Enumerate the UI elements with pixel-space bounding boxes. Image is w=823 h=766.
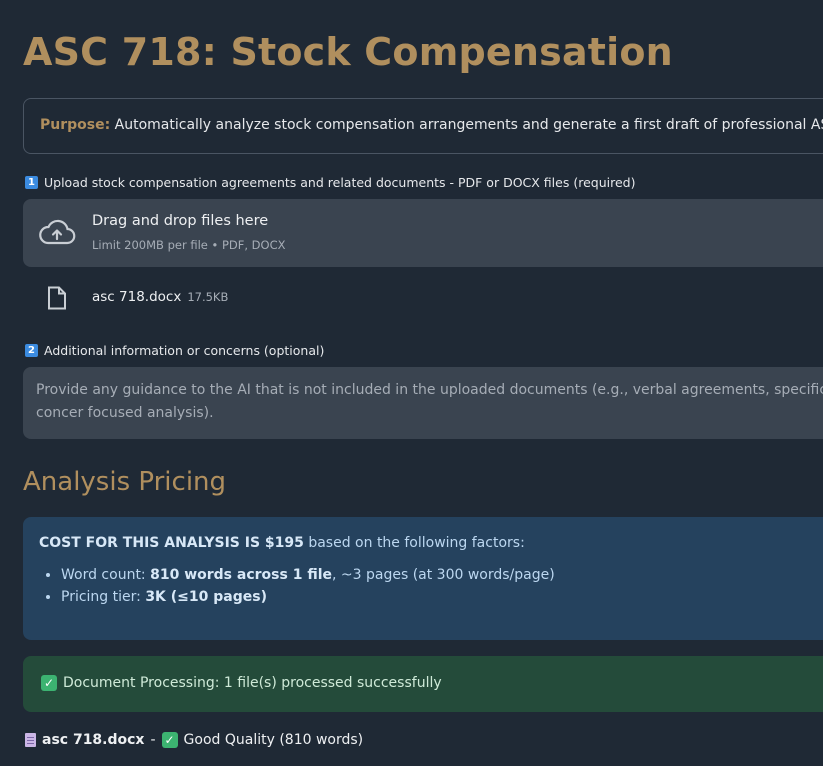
word-count-rest: , ~3 pages (at 300 words/page): [332, 567, 555, 583]
processing-text: Document Processing: 1 file(s) processed…: [63, 675, 442, 691]
quality-line: asc 718.docx - ✓ Good Quality (810 words…: [25, 732, 363, 748]
pricing-tier-item: Pricing tier: 3K (≤10 pages): [61, 589, 823, 605]
check-icon: ✓: [41, 675, 57, 691]
word-count-item: Word count: 810 words across 1 file, ~3 …: [61, 567, 823, 583]
pricing-info-box: COST FOR THIS ANALYSIS IS $195 based on …: [23, 517, 823, 640]
cost-rest: based on the following factors:: [303, 535, 525, 551]
purpose-box: Purpose: Automatically analyze stock com…: [23, 98, 823, 154]
page-title: ASC 718: Stock Compensation: [23, 30, 673, 74]
pricing-factors: Word count: 810 words across 1 file, ~3 …: [39, 567, 823, 605]
file-dropzone[interactable]: Drag and drop files here Limit 200MB per…: [23, 199, 823, 267]
keycap-two-icon: 2: [25, 344, 38, 357]
quality-text: Good Quality (810 words): [183, 732, 364, 748]
quality-file-name: asc 718.docx: [42, 732, 145, 748]
uploaded-file-name: asc 718.docx: [92, 289, 182, 305]
uploaded-file[interactable]: asc 718.docx 17.5KB: [92, 289, 228, 305]
processing-success-box: ✓ Document Processing: 1 file(s) process…: [23, 656, 823, 712]
pricing-tier-value: 3K (≤10 pages): [145, 589, 267, 605]
word-count-value: 810 words across 1 file: [150, 567, 332, 583]
cost-amount: COST FOR THIS ANALYSIS IS $195: [39, 535, 304, 551]
quality-separator: -: [150, 732, 156, 748]
cloud-upload-icon: [38, 218, 76, 250]
file-icon: [47, 286, 67, 314]
additional-label-text: Additional information or concerns (opti…: [44, 343, 325, 358]
pricing-tier-label: Pricing tier:: [61, 589, 146, 605]
additional-info-textarea[interactable]: Provide any guidance to the AI that is n…: [23, 367, 823, 439]
dropzone-subtitle: Limit 200MB per file • PDF, DOCX: [92, 238, 286, 252]
document-icon: [25, 733, 36, 747]
keycap-one-icon: 1: [25, 176, 38, 189]
dropzone-title: Drag and drop files here: [92, 213, 269, 229]
additional-label: 2 Additional information or concerns (op…: [25, 343, 324, 358]
upload-label: 1 Upload stock compensation agreements a…: [25, 175, 635, 190]
cost-line: COST FOR THIS ANALYSIS IS $195 based on …: [39, 535, 823, 551]
quality-check-icon: ✓: [161, 732, 178, 748]
upload-label-text: Upload stock compensation agreements and…: [44, 175, 636, 190]
purpose-label: Purpose:: [40, 117, 111, 133]
purpose-text: Automatically analyze stock compensation…: [110, 117, 823, 133]
uploaded-file-size: 17.5KB: [187, 290, 229, 304]
word-count-label: Word count:: [61, 567, 151, 583]
pricing-heading: Analysis Pricing: [23, 467, 227, 497]
